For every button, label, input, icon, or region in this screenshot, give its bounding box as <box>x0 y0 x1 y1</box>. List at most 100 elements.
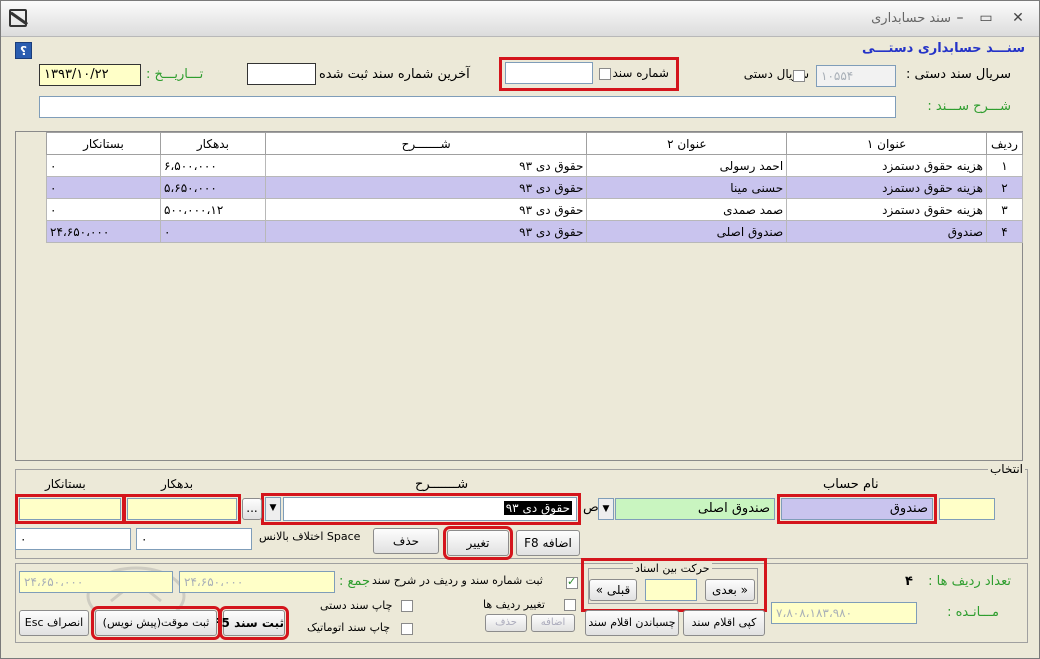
date-field[interactable]: ١٣٩٣/١٠/٢٢ <box>39 64 141 86</box>
print-auto-checkbox[interactable] <box>401 623 413 635</box>
sum-field-2: ٢۴،۶۵٠،٠٠٠ <box>179 571 335 593</box>
change-rows-label: تغییر ردیف ها <box>483 598 545 611</box>
sum-label: جمع : <box>339 574 370 589</box>
col-header-title1: عنوان ١ <box>786 132 988 155</box>
balance-diff-label: Space اختلاف بالانس <box>259 530 361 543</box>
cell-title1: هزینه حقوق دستمزد <box>786 176 988 199</box>
change-row-button[interactable]: تغییر <box>443 526 513 560</box>
small-delete-button[interactable]: حذف <box>485 614 527 632</box>
cancel-button[interactable]: انصراف Esc <box>19 610 89 636</box>
row-count-value: ۴ <box>905 574 913 589</box>
cell-credit: ٠ <box>46 176 161 199</box>
cell-credit: ٢۴،۶۵٠،٠٠٠ <box>46 220 161 243</box>
doc-desc-field[interactable] <box>39 96 896 118</box>
remain-field: ٧،٨٠٨،١٨٣،٩٨٠ <box>771 602 917 624</box>
cell-debit: ۵،۶۵٠،٠٠٠ <box>159 176 266 199</box>
change-rows-checkbox[interactable] <box>564 599 576 611</box>
cell-credit: ٠ <box>46 154 161 177</box>
col-header-title2: عنوان ٢ <box>586 132 788 155</box>
cell-title1: صندوق <box>786 220 988 243</box>
accounting-voucher-window: سند حسابداری – ▭ ✕ ؟ سنـــد حسابداری دست… <box>0 0 1040 659</box>
col-header-debit: بدهکار <box>159 132 266 155</box>
desc-input-text: حقوق دی ٩٣ <box>503 501 572 515</box>
table-row[interactable]: ١ هزینه حقوق دستمزد احمد رسولی حقوق دی ٩… <box>46 154 1023 177</box>
manual-serial-field[interactable]: ١٠۵۵۴ <box>816 65 896 87</box>
help-icon[interactable]: ؟ <box>15 42 32 59</box>
col-header-row: ردیف <box>986 132 1023 155</box>
cell-debit: ٠ <box>159 220 266 243</box>
doc-nav-field[interactable] <box>645 579 697 601</box>
minimize-icon[interactable]: – <box>951 9 969 27</box>
sub-account-field[interactable]: صندوق اصلی <box>615 498 775 520</box>
cell-idx: ٣ <box>986 198 1023 221</box>
cell-title2: احمد رسولی <box>586 154 788 177</box>
cell-title2: صندوق اصلی <box>586 220 788 243</box>
copy-items-button[interactable]: کپی اقلام سند <box>683 610 765 636</box>
last-doc-label: آخرین شماره سند ثبت شده <box>319 67 470 82</box>
cell-desc: حقوق دی ٩٣ <box>264 198 588 221</box>
date-label: تـــاریـــخ : <box>146 67 204 82</box>
desc-browse-button[interactable]: ... <box>242 498 262 520</box>
row-count-label: تعداد ردیف ها : <box>928 574 1011 589</box>
app-icon <box>9 9 27 27</box>
paste-items-button[interactable]: چسباندن اقلام سند <box>585 610 679 636</box>
desc-input[interactable]: حقوق دی ٩٣ <box>283 497 577 521</box>
col-header-desc: شـــــــرح <box>264 132 588 155</box>
doc-number-field[interactable] <box>505 62 593 84</box>
desc-dropdown-icon[interactable]: ▼ <box>265 497 281 521</box>
next-doc-button[interactable]: « بعدی <box>705 579 755 601</box>
voucher-grid: ردیف عنوان ١ عنوان ٢ شـــــــرح بدهکار ب… <box>15 131 1023 461</box>
debit-input[interactable] <box>123 494 241 524</box>
doc-number-group: شماره سند <box>499 57 679 91</box>
cell-desc: حقوق دی ٩٣ <box>264 220 588 243</box>
debit-label: بدهکار <box>161 477 194 491</box>
delete-row-button[interactable]: حذف <box>373 528 439 554</box>
doc-number-checkbox[interactable] <box>599 68 611 80</box>
window-title: سند حسابداری <box>871 11 951 26</box>
cell-idx: ۴ <box>986 220 1023 243</box>
register-checkbox[interactable] <box>566 575 578 589</box>
desc-partial-text: ص <box>583 500 599 515</box>
print-auto-label: چاپ سند اتوماتیک <box>307 621 391 634</box>
sub-account-dropdown-icon[interactable]: ▼ <box>598 498 614 520</box>
desc-input-group: ▼ حقوق دی ٩٣ <box>261 493 581 525</box>
print-manual-checkbox[interactable] <box>401 600 413 612</box>
voucher-table: ردیف عنوان ١ عنوان ٢ شـــــــرح بدهکار ب… <box>46 132 1023 243</box>
cell-debit: ۶،۵٠٠،٠٠٠ <box>159 154 266 177</box>
remain-label: مـــانـده : <box>947 605 999 620</box>
cell-desc: حقوق دی ٩٣ <box>264 154 588 177</box>
title-bar: سند حسابداری – ▭ ✕ <box>1 1 1039 37</box>
manual-serial-checkbox[interactable] <box>793 70 805 82</box>
col-header-credit: بستانکار <box>46 132 161 155</box>
selection-legend: انتخاب <box>988 462 1025 476</box>
cell-debit: ١٢،۵٠٠،٠٠٠ <box>159 198 266 221</box>
add-row-button[interactable]: اضافه F8 <box>516 530 580 556</box>
register-checkbox-label: ثبت شماره سند و ردیف در شرح سند <box>372 574 543 587</box>
manual-serial-label: سریال سند دستی : <box>906 67 1011 82</box>
credit-label: بستانکار <box>45 477 86 491</box>
save-doc-button[interactable]: ثبت سند F5 <box>213 606 289 640</box>
desc-label: شـــــــرح <box>415 477 469 492</box>
doc-number-checkbox-label: شماره سند <box>612 66 669 80</box>
last-doc-field <box>247 63 316 85</box>
save-draft-button[interactable]: ثبت موقت(پیش نویس) <box>91 606 221 640</box>
cell-title1: هزینه حقوق دستمزد <box>786 154 988 177</box>
balance-field-1: ٠ <box>15 528 131 550</box>
doc-desc-label: شـــرح ســـند : <box>927 99 1011 114</box>
cell-title2: صمد صمدی <box>586 198 788 221</box>
close-icon[interactable]: ✕ <box>1009 9 1027 27</box>
cell-desc: حقوق دی ٩٣ <box>264 176 588 199</box>
table-row[interactable]: ٣ هزینه حقوق دستمزد صمد صمدی حقوق دی ٩٣ … <box>46 198 1023 221</box>
table-header-row: ردیف عنوان ١ عنوان ٢ شـــــــرح بدهکار ب… <box>46 132 1023 155</box>
table-row[interactable]: ۴ صندوق صندوق اصلی حقوق دی ٩٣ ٠ ٢۴،۶۵٠،٠… <box>46 220 1023 243</box>
credit-input[interactable] <box>15 494 125 524</box>
prev-doc-button[interactable]: قبلی » <box>589 579 637 601</box>
small-add-button[interactable]: اضافه <box>531 614 575 632</box>
restore-icon[interactable]: ▭ <box>977 9 995 27</box>
doc-navigation-group: حرکت بین اسناد قبلی » « بعدی <box>581 558 767 612</box>
cell-credit: ٠ <box>46 198 161 221</box>
account-code-field[interactable] <box>939 498 995 520</box>
table-row[interactable]: ٢ هزینه حقوق دستمزد حسنی مینا حقوق دی ٩٣… <box>46 176 1023 199</box>
sum-field-1: ٢۴،۶۵٠،٠٠٠ <box>19 571 173 593</box>
account-name-field[interactable]: صندوق <box>777 494 937 524</box>
